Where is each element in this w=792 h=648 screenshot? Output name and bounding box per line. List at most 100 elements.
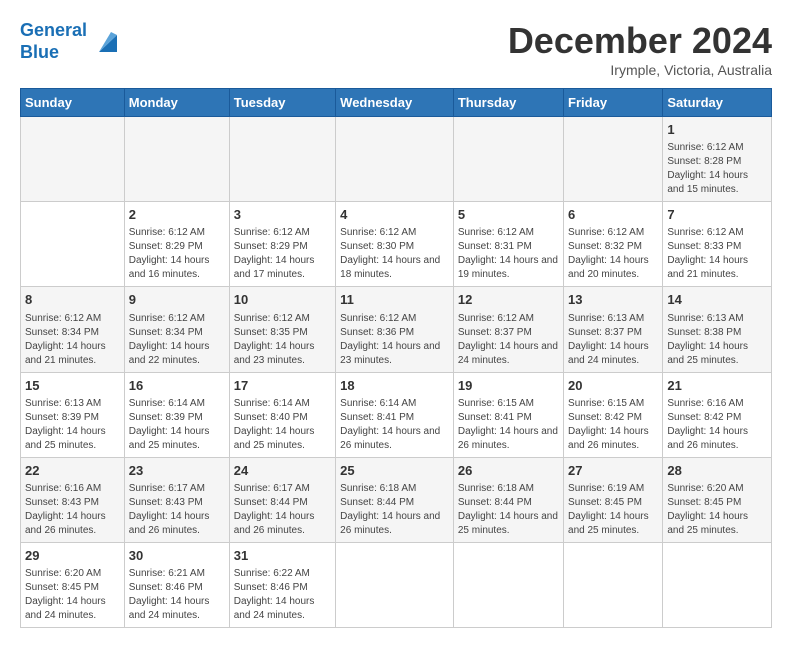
calendar-day-empty	[453, 542, 563, 627]
day-info: Sunrise: 6:15 AMSunset: 8:41 PMDaylight:…	[458, 397, 559, 453]
calendar-row: 22Sunrise: 6:16 AMSunset: 8:43 PMDayligh…	[21, 457, 772, 542]
calendar-row: 15 Sunrise: 6:13 AMSunset: 8:39 PMDayligh…	[21, 372, 772, 457]
day-number: 30	[129, 547, 225, 565]
calendar-day: 8Sunrise: 6:12 AMSunset: 8:34 PMDaylight…	[21, 287, 125, 372]
day-info: Sunrise: 6:18 AMSunset: 8:44 PMDaylight:…	[340, 482, 449, 538]
calendar-day: 2Sunrise: 6:12 AMSunset: 8:29 PMDaylight…	[124, 202, 229, 287]
day-info: Sunrise: 6:13 AMSunset: 8:38 PMDaylight:…	[667, 312, 767, 368]
calendar-day-empty	[21, 202, 125, 287]
calendar-day: 20 Sunrise: 6:15 AMSunset: 8:42 PMDayligh…	[564, 372, 663, 457]
day-number: 9	[129, 291, 225, 309]
calendar-day: 23Sunrise: 6:17 AMSunset: 8:43 PMDayligh…	[124, 457, 229, 542]
header-row: SundayMondayTuesdayWednesdayThursdayFrid…	[21, 89, 772, 117]
day-info: Sunrise: 6:22 AMSunset: 8:46 PMDaylight:…	[234, 567, 331, 623]
header-cell-saturday: Saturday	[663, 89, 772, 117]
calendar-day-empty	[336, 542, 454, 627]
day-number: 16	[129, 377, 225, 395]
header-cell-monday: Monday	[124, 89, 229, 117]
calendar-day: 26Sunrise: 6:18 AMSunset: 8:44 PMDayligh…	[453, 457, 563, 542]
day-number: 3	[234, 206, 331, 224]
day-number: 19	[458, 377, 559, 395]
logo-icon	[89, 27, 119, 57]
calendar-day-empty	[21, 117, 125, 202]
calendar-day: 7 Sunrise: 6:12 AMSunset: 8:33 PMDaylight…	[663, 202, 772, 287]
day-number: 1	[667, 121, 767, 139]
day-info: Sunrise: 6:16 AMSunset: 8:42 PMDaylight:…	[667, 397, 767, 453]
day-info: Sunrise: 6:12 AMSunset: 8:33 PMDaylight:…	[667, 226, 767, 282]
calendar-day: 25Sunrise: 6:18 AMSunset: 8:44 PMDayligh…	[336, 457, 454, 542]
day-number: 6	[568, 206, 658, 224]
calendar-day: 28 Sunrise: 6:20 AMSunset: 8:45 PMDayligh…	[663, 457, 772, 542]
calendar-day: 27Sunrise: 6:19 AMSunset: 8:45 PMDayligh…	[564, 457, 663, 542]
day-number: 18	[340, 377, 449, 395]
calendar-day: 9Sunrise: 6:12 AMSunset: 8:34 PMDaylight…	[124, 287, 229, 372]
calendar-row: 29Sunrise: 6:20 AMSunset: 8:45 PMDayligh…	[21, 542, 772, 627]
day-info: Sunrise: 6:12 AMSunset: 8:30 PMDaylight:…	[340, 226, 449, 282]
day-info: Sunrise: 6:12 AMSunset: 8:29 PMDaylight:…	[234, 226, 331, 282]
day-number: 7	[667, 206, 767, 224]
calendar-day: 15 Sunrise: 6:13 AMSunset: 8:39 PMDayligh…	[21, 372, 125, 457]
title-block: December 2024 Irymple, Victoria, Austral…	[508, 20, 772, 78]
calendar-day: 4 Sunrise: 6:12 AMSunset: 8:30 PMDaylight…	[336, 202, 454, 287]
calendar-day: 1 Sunrise: 6:12 AMSunset: 8:28 PMDaylight…	[663, 117, 772, 202]
location-subtitle: Irymple, Victoria, Australia	[508, 62, 772, 78]
calendar-day: 31Sunrise: 6:22 AMSunset: 8:46 PMDayligh…	[229, 542, 335, 627]
calendar-day-empty	[564, 117, 663, 202]
logo-text: General Blue	[20, 20, 87, 63]
day-info: Sunrise: 6:12 AMSunset: 8:28 PMDaylight:…	[667, 141, 767, 197]
day-info: Sunrise: 6:14 AMSunset: 8:40 PMDaylight:…	[234, 397, 331, 453]
day-number: 12	[458, 291, 559, 309]
calendar-day: 19 Sunrise: 6:15 AMSunset: 8:41 PMDayligh…	[453, 372, 563, 457]
day-number: 21	[667, 377, 767, 395]
calendar-day-empty	[124, 117, 229, 202]
day-info: Sunrise: 6:12 AMSunset: 8:35 PMDaylight:…	[234, 312, 331, 368]
header-cell-thursday: Thursday	[453, 89, 563, 117]
calendar-day: 5 Sunrise: 6:12 AMSunset: 8:31 PMDaylight…	[453, 202, 563, 287]
day-number: 28	[667, 462, 767, 480]
day-info: Sunrise: 6:21 AMSunset: 8:46 PMDaylight:…	[129, 567, 225, 623]
calendar-day: 12 Sunrise: 6:12 AMSunset: 8:37 PMDayligh…	[453, 287, 563, 372]
header-cell-friday: Friday	[564, 89, 663, 117]
calendar-day-empty	[564, 542, 663, 627]
calendar-day: 13Sunrise: 6:13 AMSunset: 8:37 PMDayligh…	[564, 287, 663, 372]
header-cell-wednesday: Wednesday	[336, 89, 454, 117]
day-info: Sunrise: 6:15 AMSunset: 8:42 PMDaylight:…	[568, 397, 658, 453]
calendar-day: 17 Sunrise: 6:14 AMSunset: 8:40 PMDayligh…	[229, 372, 335, 457]
day-number: 17	[234, 377, 331, 395]
calendar-day: 16 Sunrise: 6:14 AMSunset: 8:39 PMDayligh…	[124, 372, 229, 457]
calendar-day: 18 Sunrise: 6:14 AMSunset: 8:41 PMDayligh…	[336, 372, 454, 457]
day-number: 15	[25, 377, 120, 395]
calendar-day: 29Sunrise: 6:20 AMSunset: 8:45 PMDayligh…	[21, 542, 125, 627]
day-number: 26	[458, 462, 559, 480]
day-number: 29	[25, 547, 120, 565]
day-number: 20	[568, 377, 658, 395]
page-header: General Blue December 2024 Irymple, Vict…	[20, 20, 772, 78]
day-number: 14	[667, 291, 767, 309]
day-number: 5	[458, 206, 559, 224]
day-number: 8	[25, 291, 120, 309]
calendar-day-empty	[229, 117, 335, 202]
day-number: 11	[340, 291, 449, 309]
calendar-day: 30 Sunrise: 6:21 AMSunset: 8:46 PMDayligh…	[124, 542, 229, 627]
day-number: 27	[568, 462, 658, 480]
month-title: December 2024	[508, 20, 772, 62]
day-number: 23	[129, 462, 225, 480]
day-info: Sunrise: 6:14 AMSunset: 8:39 PMDaylight:…	[129, 397, 225, 453]
calendar-table: SundayMondayTuesdayWednesdayThursdayFrid…	[20, 88, 772, 628]
header-cell-tuesday: Tuesday	[229, 89, 335, 117]
calendar-day: 6Sunrise: 6:12 AMSunset: 8:32 PMDaylight…	[564, 202, 663, 287]
day-info: Sunrise: 6:14 AMSunset: 8:41 PMDaylight:…	[340, 397, 449, 453]
calendar-day-empty	[453, 117, 563, 202]
calendar-row: 2Sunrise: 6:12 AMSunset: 8:29 PMDaylight…	[21, 202, 772, 287]
calendar-day: 21 Sunrise: 6:16 AMSunset: 8:42 PMDayligh…	[663, 372, 772, 457]
day-info: Sunrise: 6:20 AMSunset: 8:45 PMDaylight:…	[667, 482, 767, 538]
calendar-header: SundayMondayTuesdayWednesdayThursdayFrid…	[21, 89, 772, 117]
calendar-day: 22Sunrise: 6:16 AMSunset: 8:43 PMDayligh…	[21, 457, 125, 542]
day-number: 4	[340, 206, 449, 224]
day-info: Sunrise: 6:13 AMSunset: 8:37 PMDaylight:…	[568, 312, 658, 368]
day-info: Sunrise: 6:12 AMSunset: 8:31 PMDaylight:…	[458, 226, 559, 282]
day-info: Sunrise: 6:13 AMSunset: 8:39 PMDaylight:…	[25, 397, 120, 453]
day-info: Sunrise: 6:12 AMSunset: 8:37 PMDaylight:…	[458, 312, 559, 368]
calendar-day-empty	[336, 117, 454, 202]
logo: General Blue	[20, 20, 119, 63]
